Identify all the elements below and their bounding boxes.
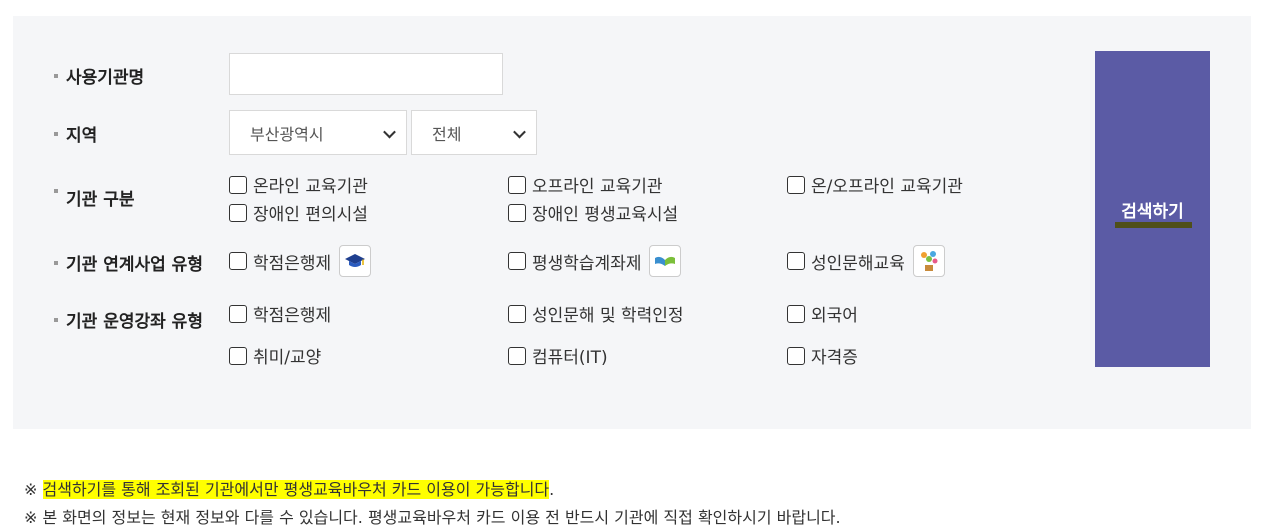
region-label-text: 지역 (66, 126, 98, 146)
bullet-icon (54, 260, 58, 265)
checkbox-offline-org[interactable]: 오프라인 교육기관 (508, 172, 663, 197)
checkbox-disability-facility[interactable]: 장애인 편의시설 (229, 200, 368, 225)
checkbox-box[interactable] (508, 304, 526, 323)
checkbox-course-foreign-language[interactable]: 외국어 (787, 301, 858, 326)
course-type-label: 기관 운영강좌 유형 (54, 307, 203, 332)
checkbox-box[interactable] (508, 203, 526, 222)
notice-highlight-text: 검색하기를 통해 조회된 기관에서만 평생교육바우처 카드 이용이 가능합니다 (42, 480, 550, 499)
org-name-label-text: 사용기관명 (66, 68, 145, 88)
checkbox-label: 학점은행제 (253, 253, 332, 274)
checkbox-online-org[interactable]: 온라인 교육기관 (229, 172, 368, 197)
checkbox-box[interactable] (229, 203, 247, 222)
notice-mark: ※ (24, 508, 38, 527)
notice-line-1-end: . (549, 480, 555, 499)
checkbox-label: 컴퓨터(IT) (532, 348, 608, 368)
notice-line-2-text: 본 화면의 정보는 현재 정보와 다를 수 있습니다. 평생교육바우처 카드 이… (42, 508, 841, 527)
checkbox-box[interactable] (787, 346, 805, 365)
checkbox-course-certificate[interactable]: 자격증 (787, 343, 858, 368)
checkbox-label: 자격증 (811, 348, 858, 368)
open-book-icon (649, 245, 682, 277)
bullet-icon (54, 189, 58, 193)
checkbox-label: 오프라인 교육기관 (532, 177, 663, 197)
org-type-label-text: 기관 구분 (66, 190, 135, 210)
checkbox-label: 장애인 편의시설 (253, 205, 368, 225)
checkbox-onoff-org[interactable]: 온/오프라인 교육기관 (787, 172, 963, 197)
checkbox-box[interactable] (229, 252, 247, 270)
checkbox-label: 장애인 평생교육시설 (532, 205, 679, 225)
bullet-icon (54, 317, 58, 322)
checkbox-box[interactable] (508, 175, 526, 194)
search-button[interactable]: 검색하기 (1095, 51, 1210, 367)
checkbox-course-literacy[interactable]: 성인문해 및 학력인정 (508, 301, 684, 326)
notice-mark: ※ (24, 480, 38, 499)
checkbox-course-hobby[interactable]: 취미/교양 (229, 343, 321, 368)
graduation-cap-icon (339, 245, 372, 277)
checkbox-lifelong-account[interactable]: 평생학습계좌제 (508, 245, 682, 277)
checkbox-box[interactable] (787, 252, 805, 270)
bullet-icon (54, 131, 58, 136)
region-city-value: 부산광역시 (250, 124, 324, 144)
course-type-label-text: 기관 운영강좌 유형 (66, 312, 203, 332)
checkbox-label: 외국어 (811, 306, 858, 326)
checkbox-course-credit-bank[interactable]: 학점은행제 (229, 301, 331, 326)
region-district-select[interactable]: 전체 (411, 110, 537, 155)
checkbox-box[interactable] (787, 175, 805, 194)
notice-line-2: ※ 본 화면의 정보는 현재 정보와 다를 수 있습니다. 평생교육바우처 카드… (24, 504, 841, 528)
region-label: 지역 (54, 121, 97, 146)
checkbox-box[interactable] (229, 304, 247, 323)
notice-line-1: ※ 검색하기를 통해 조회된 기관에서만 평생교육바우처 카드 이용이 가능합니… (24, 476, 554, 500)
checkbox-box[interactable] (787, 304, 805, 323)
checkbox-course-computer[interactable]: 컴퓨터(IT) (508, 343, 608, 368)
org-type-label: 기관 구분 (54, 185, 134, 210)
checkbox-label: 취미/교양 (253, 348, 322, 368)
linked-biz-label: 기관 연계사업 유형 (54, 250, 203, 275)
region-city-select[interactable]: 부산광역시 (229, 110, 407, 155)
bullet-icon (54, 73, 58, 78)
checkbox-box[interactable] (508, 252, 526, 270)
linked-biz-label-text: 기관 연계사업 유형 (66, 255, 203, 275)
checkbox-label: 온/오프라인 교육기관 (811, 177, 963, 197)
checkbox-disability-lifelong-facility[interactable]: 장애인 평생교육시설 (508, 200, 678, 225)
checkbox-label: 성인문해교육 (811, 253, 905, 274)
checkbox-box[interactable] (508, 346, 526, 365)
checkbox-adult-literacy[interactable]: 성인문해교육 (787, 245, 945, 277)
checkbox-label: 평생학습계좌제 (532, 253, 642, 274)
checkbox-label: 학점은행제 (253, 306, 332, 326)
chevron-down-icon (513, 125, 526, 138)
checkbox-box[interactable] (229, 175, 247, 194)
region-district-value: 전체 (432, 124, 462, 144)
search-button-label: 검색하기 (1115, 197, 1192, 228)
flower-pot-icon (912, 245, 945, 277)
checkbox-box[interactable] (229, 346, 247, 365)
checkbox-label: 온라인 교육기관 (253, 177, 368, 197)
checkbox-label: 성인문해 및 학력인정 (532, 306, 684, 326)
checkbox-credit-bank[interactable]: 학점은행제 (229, 245, 372, 277)
org-name-label: 사용기관명 (54, 63, 144, 88)
chevron-down-icon (383, 125, 396, 138)
org-name-input[interactable] (229, 53, 503, 95)
